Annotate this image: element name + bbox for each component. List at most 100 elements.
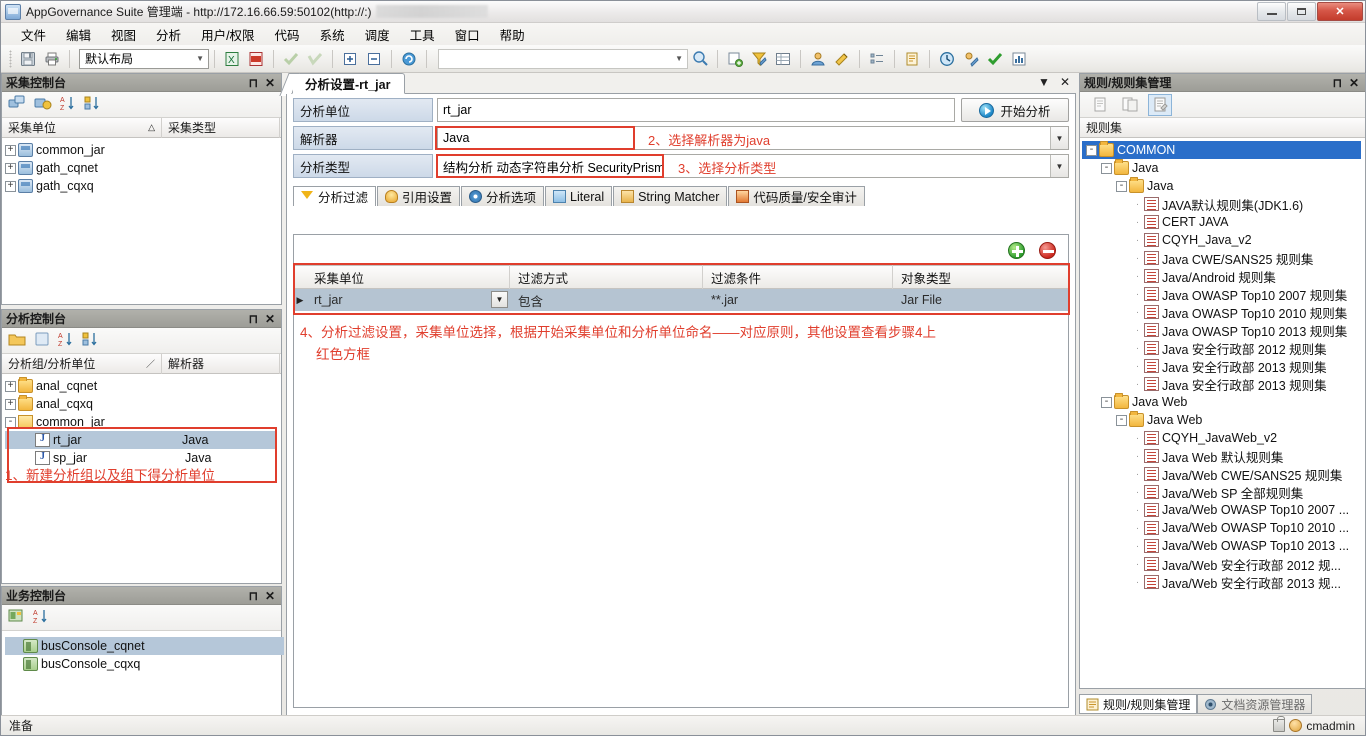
- column-collect-type[interactable]: 采集类型: [162, 117, 280, 138]
- user-icon[interactable]: [807, 48, 829, 70]
- rules-tree-item[interactable]: - COMMON: [1082, 141, 1361, 159]
- expander-icon[interactable]: -: [1116, 180, 1127, 192]
- sort-az-icon[interactable]: AZ: [58, 331, 74, 350]
- menu-item-system[interactable]: 系统: [310, 23, 355, 46]
- menu-item-window[interactable]: 窗口: [445, 23, 490, 46]
- layout-combo[interactable]: 默认布局 ▼: [79, 48, 209, 69]
- maximize-button[interactable]: [1287, 2, 1316, 21]
- rules-tree-item[interactable]: · Java/Web OWASP Top10 2010 ...: [1082, 519, 1365, 537]
- collapse-all-icon[interactable]: [363, 48, 385, 70]
- search-icon[interactable]: [689, 48, 711, 70]
- expander-icon[interactable]: +: [5, 398, 16, 410]
- tree-item-common-jar[interactable]: + common_jar: [5, 141, 281, 159]
- approve-icon[interactable]: [984, 48, 1006, 70]
- pdf-export-icon[interactable]: [245, 48, 267, 70]
- menu-item-analysis[interactable]: 分析: [146, 23, 191, 46]
- rules-tree-item[interactable]: · Java/Web OWASP Top10 2007 ...: [1082, 501, 1365, 519]
- rules-tree-item[interactable]: · Java Web 默认规则集: [1082, 447, 1365, 465]
- menu-item-tools[interactable]: 工具: [400, 23, 445, 46]
- delete-filter-button[interactable]: [1039, 241, 1056, 259]
- rules-tree-item[interactable]: · Java 安全行政部 2013 规则集: [1082, 375, 1365, 393]
- rules-tree-item[interactable]: · Java 安全行政部 2013 规则集: [1082, 357, 1365, 375]
- new-business-console-icon[interactable]: [8, 608, 25, 627]
- rules-tree-item[interactable]: · CQYH_Java_v2: [1082, 231, 1365, 249]
- secondary-combo[interactable]: ▼: [438, 48, 688, 69]
- expander-icon[interactable]: -: [1116, 414, 1127, 426]
- table-settings-icon[interactable]: [772, 48, 794, 70]
- grid-column-collect-unit[interactable]: 采集单位: [306, 265, 510, 289]
- menu-item-user-permission[interactable]: 用户/权限: [191, 23, 264, 46]
- schedule-icon[interactable]: [936, 48, 958, 70]
- sort-az-icon[interactable]: AZ: [60, 95, 76, 114]
- menu-item-edit[interactable]: 编辑: [56, 23, 101, 46]
- column-collect-unit[interactable]: 采集单位 △: [2, 117, 162, 138]
- column-ruleset[interactable]: 规则集: [1080, 118, 1365, 138]
- minimize-button[interactable]: [1257, 2, 1286, 21]
- close-icon[interactable]: ✕: [1349, 76, 1359, 90]
- tree-item-gath-cqnet[interactable]: + gath_cqnet: [5, 159, 281, 177]
- add-collect-unit-icon[interactable]: [8, 95, 26, 114]
- tab-code-quality-security-audit[interactable]: 代码质量/安全审计: [728, 186, 865, 206]
- pin-icon[interactable]: ⊓: [249, 76, 258, 90]
- close-icon[interactable]: ✕: [265, 589, 275, 603]
- uncheck-all-icon[interactable]: [304, 48, 326, 70]
- expander-icon[interactable]: +: [5, 380, 16, 392]
- rules-tree-item[interactable]: · Java 安全行政部 2012 规则集: [1082, 339, 1365, 357]
- grid-column-filter-mode[interactable]: 过滤方式: [510, 265, 703, 289]
- menu-item-schedule[interactable]: 调度: [355, 23, 400, 46]
- group-sort-icon[interactable]: [84, 95, 102, 114]
- toolbar-grip[interactable]: [9, 49, 12, 68]
- filter-edit-icon[interactable]: [748, 48, 770, 70]
- add-filter-button[interactable]: [1008, 241, 1025, 259]
- menu-item-code[interactable]: 代码: [265, 23, 310, 46]
- rules-tree-item[interactable]: · CQYH_JavaWeb_v2: [1082, 429, 1365, 447]
- new-report-icon[interactable]: [724, 48, 746, 70]
- tree-item-rt-jar[interactable]: rt_jar Java: [5, 431, 276, 449]
- chevron-down-icon[interactable]: ▼: [1050, 155, 1068, 177]
- chevron-down-icon[interactable]: ▼: [1050, 127, 1068, 149]
- document-menu-icon[interactable]: ▼: [1038, 75, 1050, 89]
- edit-rule-icon[interactable]: [831, 48, 853, 70]
- sort-az-icon[interactable]: AZ: [33, 608, 49, 627]
- tree-item-anal-cqxq[interactable]: + anal_cqxq: [5, 395, 281, 413]
- expand-all-icon[interactable]: [339, 48, 361, 70]
- pin-icon[interactable]: ⊓: [1333, 76, 1342, 90]
- rules-tree-item[interactable]: · CERT JAVA: [1082, 213, 1365, 231]
- chart-icon[interactable]: [1008, 48, 1030, 70]
- close-icon[interactable]: ✕: [265, 76, 275, 90]
- rules-tree-item[interactable]: · Java OWASP Top10 2013 规则集: [1082, 321, 1365, 339]
- menu-item-view[interactable]: 视图: [101, 23, 146, 46]
- cell-collect-unit[interactable]: rt_jar ▼: [306, 289, 510, 311]
- list-item-busconsole-cqnet[interactable]: busConsole_cqnet: [5, 637, 284, 655]
- audit-icon[interactable]: [960, 48, 982, 70]
- tree-item-common-jar-group[interactable]: - common_jar: [5, 413, 281, 431]
- column-parser[interactable]: 解析器: [162, 353, 280, 374]
- column-analysis-group-unit[interactable]: 分析组/分析单位 ／: [2, 353, 162, 374]
- grid-column-filter-condition[interactable]: 过滤条件: [703, 265, 893, 289]
- list-item-busconsole-cqxq[interactable]: busConsole_cqxq: [5, 655, 281, 673]
- input-analysis-unit[interactable]: rt_jar: [437, 98, 955, 122]
- save-icon[interactable]: [17, 48, 39, 70]
- tree-item-gath-cqxq[interactable]: + gath_cqxq: [5, 177, 281, 195]
- expander-icon[interactable]: -: [1101, 396, 1112, 408]
- rules-tree-item[interactable]: · JAVA默认规则集(JDK1.6): [1082, 195, 1365, 213]
- table-row[interactable]: ▶ rt_jar ▼ 包含 **.jar Jar File: [294, 289, 1068, 311]
- start-analysis-button[interactable]: 开始分析: [961, 98, 1069, 122]
- rules-tree-item[interactable]: - Java Web: [1082, 411, 1365, 429]
- new-rule-icon[interactable]: [1088, 94, 1112, 116]
- rules-tree-item[interactable]: - Java: [1082, 159, 1365, 177]
- group-sort-icon[interactable]: [82, 331, 100, 350]
- edit-rule-icon[interactable]: [1148, 93, 1172, 116]
- grid-column-object-type[interactable]: 对象类型: [893, 265, 1068, 289]
- close-button[interactable]: ✕: [1317, 2, 1363, 21]
- rules-tree-item[interactable]: · Java/Web CWE/SANS25 规则集: [1082, 465, 1365, 483]
- document-icon[interactable]: [901, 48, 923, 70]
- pin-icon[interactable]: ⊓: [249, 589, 258, 603]
- document-close-icon[interactable]: ✕: [1060, 75, 1070, 89]
- bottom-tab-rules-management[interactable]: 规则/规则集管理: [1079, 694, 1198, 714]
- cell-object-type[interactable]: Jar File: [893, 289, 1068, 311]
- tab-literal[interactable]: Literal: [545, 186, 613, 206]
- expander-icon[interactable]: +: [5, 180, 16, 192]
- rules-tree-item[interactable]: · Java/Web OWASP Top10 2013 ...: [1082, 537, 1365, 555]
- rules-tree-item[interactable]: - Java: [1082, 177, 1365, 195]
